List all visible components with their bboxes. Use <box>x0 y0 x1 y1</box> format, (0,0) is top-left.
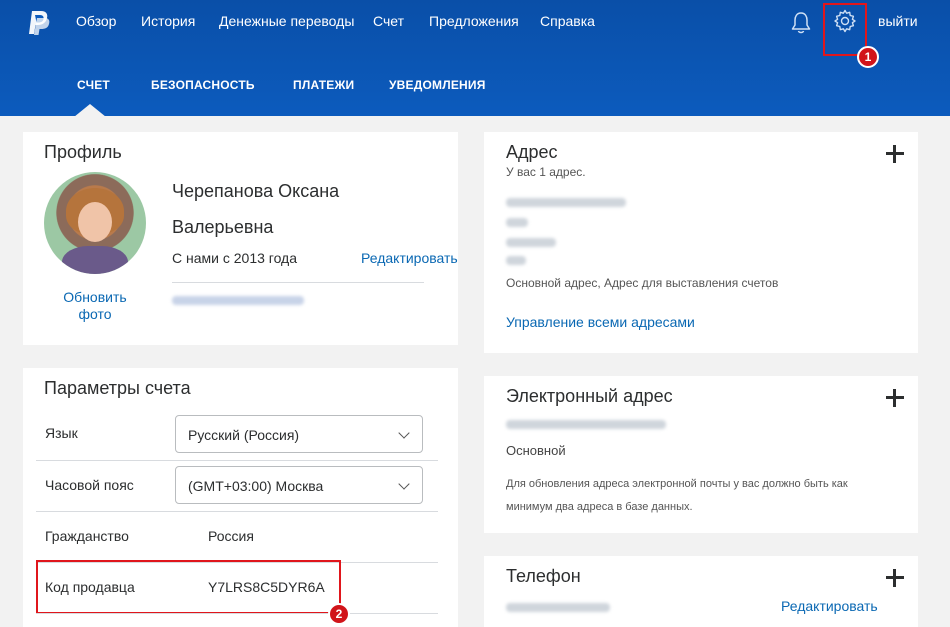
email-title: Электронный адрес <box>506 386 673 406</box>
profile-name-line2: Валерьевна <box>172 217 274 237</box>
phone-edit-link[interactable]: Редактировать <box>781 598 878 614</box>
top-navigation: Обзор История Денежные переводы Счет Пре… <box>0 0 950 68</box>
timezone-select[interactable]: (GMT+03:00) Москва <box>175 466 423 504</box>
active-tab-indicator <box>74 104 106 117</box>
email-note: Для обновления адреса электронной почты … <box>506 478 848 513</box>
chevron-down-icon <box>398 427 410 439</box>
timezone-label: Часовой пояс <box>45 477 134 493</box>
merchant-id-label: Код продавца <box>45 579 135 595</box>
bell-icon[interactable] <box>790 11 812 35</box>
account-params-title: Параметры счета <box>44 378 191 398</box>
avatar-face <box>78 202 112 242</box>
header: Обзор История Денежные переводы Счет Пре… <box>0 0 950 117</box>
address-title: Адрес <box>506 142 558 162</box>
nav-help[interactable]: Справка <box>540 13 595 29</box>
member-since: С нами с 2013 года <box>172 250 298 266</box>
blurred-phone <box>506 603 610 612</box>
logout-link[interactable]: выйти <box>878 13 918 29</box>
avatar[interactable] <box>44 172 146 274</box>
tab-payments[interactable]: ПЛАТЕЖИ <box>293 78 354 92</box>
address-count: У вас 1 адрес. <box>506 165 586 179</box>
language-value: Русский (Россия) <box>188 427 300 443</box>
email-primary-label: Основной <box>506 443 566 458</box>
language-select[interactable]: Русский (Россия) <box>175 415 423 453</box>
nav-history[interactable]: История <box>141 13 195 29</box>
profile-edit-link[interactable]: Редактировать <box>361 250 458 266</box>
blurred-address-line <box>506 198 626 207</box>
blurred-address-line <box>506 238 556 247</box>
row-divider <box>36 613 438 614</box>
manage-addresses-link[interactable]: Управление всеми адресами <box>506 314 695 330</box>
row-divider <box>36 511 438 512</box>
paypal-logo-icon[interactable] <box>28 10 50 36</box>
add-address-plus-icon[interactable] <box>886 145 904 163</box>
tab-account[interactable]: СЧЕТ <box>77 78 110 92</box>
blurred-address-line <box>506 218 528 227</box>
timezone-value: (GMT+03:00) Москва <box>188 478 324 494</box>
update-photo-link[interactable]: Обновить фото <box>56 289 134 323</box>
blurred-email <box>506 420 666 429</box>
language-label: Язык <box>45 425 78 441</box>
nav-transfers[interactable]: Денежные переводы <box>219 13 354 29</box>
nav-overview[interactable]: Обзор <box>76 13 116 29</box>
row-divider <box>36 460 438 461</box>
phone-title: Телефон <box>506 566 581 586</box>
add-phone-plus-icon[interactable] <box>886 569 904 587</box>
merchant-id-value: Y7LRS8C5DYR6A <box>208 579 325 595</box>
citizenship-label: Гражданство <box>45 528 129 544</box>
profile-name-line1: Черепанова Оксана <box>172 181 340 201</box>
add-email-plus-icon[interactable] <box>886 389 904 407</box>
profile-title: Профиль <box>44 142 122 162</box>
address-type: Основной адрес, Адрес для выставления сч… <box>506 276 779 290</box>
chevron-down-icon <box>398 478 410 490</box>
tab-security[interactable]: БЕЗОПАСНОСТЬ <box>151 78 255 92</box>
nav-account[interactable]: Счет <box>373 13 404 29</box>
blurred-profile-email <box>172 296 304 305</box>
step-badge-1: 1 <box>857 46 879 68</box>
step-badge-2: 2 <box>328 603 350 625</box>
profile-divider <box>172 282 424 283</box>
avatar-body <box>62 246 128 274</box>
tab-notifications[interactable]: УВЕДОМЛЕНИЯ <box>389 78 486 92</box>
citizenship-value: Россия <box>208 528 254 544</box>
gear-icon[interactable] <box>833 9 857 33</box>
nav-offers[interactable]: Предложения <box>429 13 519 29</box>
blurred-address-line <box>506 256 526 265</box>
